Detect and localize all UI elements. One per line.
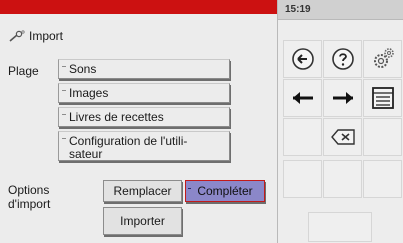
back-icon — [291, 47, 315, 71]
list-item-label: Livres de recettes — [69, 110, 164, 124]
window-icon — [370, 85, 396, 111]
toolbar-panel: 15:19 — [277, 0, 403, 243]
top-status-bar — [0, 0, 277, 14]
panel-title-text: Import — [29, 29, 64, 43]
settings-gears-icon — [370, 46, 396, 72]
backspace-icon — [329, 128, 357, 146]
replace-button-label: Remplacer — [113, 184, 172, 198]
clock: 15:19 — [285, 4, 311, 15]
empty-slot — [363, 118, 402, 156]
complete-button-label: Compléter — [197, 184, 253, 198]
window-button[interactable] — [363, 79, 402, 117]
list-item-sounds[interactable]: Sons — [58, 59, 230, 79]
empty-slot — [363, 160, 402, 198]
back-button[interactable] — [283, 40, 322, 78]
empty-slot — [283, 160, 322, 198]
empty-slot — [323, 160, 362, 198]
help-button[interactable] — [323, 40, 362, 78]
clock-bar: 15:19 — [278, 0, 403, 20]
list-item-images[interactable]: Images — [58, 83, 230, 103]
import-button-label: Importer — [120, 214, 165, 228]
list-item-label: Images — [69, 86, 109, 100]
range-label: Plage — [8, 64, 39, 78]
backspace-button[interactable] — [323, 118, 362, 156]
empty-slot — [283, 118, 322, 156]
arrow-left-icon — [290, 90, 316, 106]
previous-button[interactable] — [283, 79, 322, 117]
arrow-right-icon — [330, 90, 356, 106]
list-item-label: Sons — [69, 62, 97, 76]
replace-button[interactable]: Remplacer — [103, 180, 182, 202]
help-icon — [331, 47, 355, 71]
complete-button[interactable]: Compléter — [185, 180, 265, 202]
import-panel: Import Plage Sons Images Livres de recet… — [0, 0, 277, 243]
list-item-label: Configuration de l'utili- sateur — [69, 134, 188, 161]
import-options-label: Options d'import — [8, 183, 51, 211]
import-button[interactable]: Importer — [103, 207, 182, 235]
empty-slot — [308, 212, 372, 242]
list-item-recipe-books[interactable]: Livres de recettes — [58, 107, 230, 127]
list-item-user-configuration[interactable]: Configuration de l'utili- sateur — [58, 131, 230, 161]
wrench-icon — [8, 29, 26, 43]
panel-title: Import — [8, 27, 63, 45]
settings-button[interactable] — [363, 40, 402, 78]
next-button[interactable] — [323, 79, 362, 117]
